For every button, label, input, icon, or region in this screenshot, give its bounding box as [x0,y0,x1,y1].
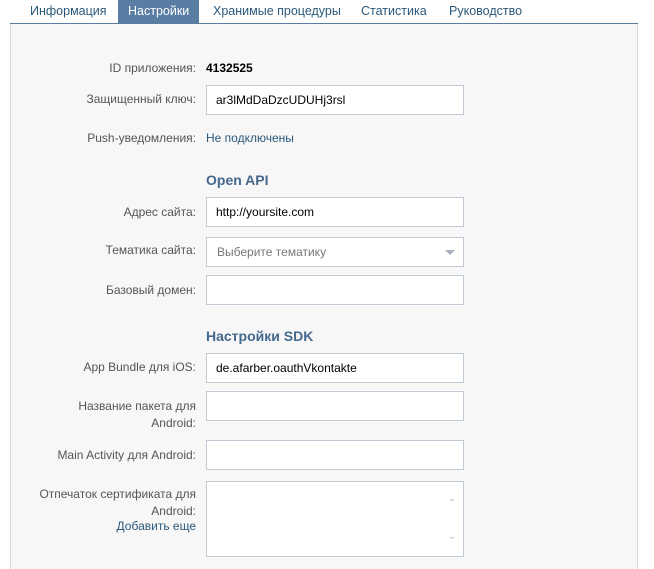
tab-information[interactable]: Информация [20,0,117,24]
sdk-section-title: Настройки SDK [206,328,314,344]
site-theme-select[interactable]: Выберите тематику [206,237,464,267]
site-address-label: Адрес сайта: [123,205,196,219]
android-package-label-line1: Название пакета для [78,399,196,413]
android-cert-label-line1: Отпечаток сертификата для [39,487,196,501]
app-id-label: ID приложения: [109,61,196,75]
push-notifications-label: Push-уведомления: [87,131,196,145]
tab-bar: Информация Настройки Хранимые процедуры … [0,0,654,24]
open-api-section-title: Open API [206,172,269,188]
site-theme-label: Тематика сайта: [105,243,196,257]
scroll-down-icon[interactable]: ⌄ [447,532,457,542]
tab-settings[interactable]: Настройки [118,0,200,24]
site-theme-placeholder: Выберите тематику [217,245,327,259]
secret-key-label: Защищенный ключ: [86,92,196,106]
android-main-activity-field[interactable] [206,440,464,470]
base-domain-label: Базовый домен: [105,283,196,297]
app-id-value: 4132525 [206,61,253,75]
android-package-field[interactable] [206,391,464,421]
push-notifications-value[interactable]: Не подключены [206,130,294,147]
chevron-down-icon [445,250,455,255]
tab-statistics[interactable]: Статистика [351,0,437,24]
android-main-activity-label: Main Activity для Android: [57,448,196,462]
secret-key-field[interactable]: ar3lMdDaDzcUDUHj3rsl [206,85,464,115]
scroll-up-icon[interactable]: ⌃ [447,499,457,509]
ios-bundle-field[interactable]: de.afarber.oauthVkontakte [206,353,464,383]
base-domain-field[interactable] [206,275,464,305]
android-package-label-line2: Android: [151,416,196,430]
site-address-field[interactable]: http://yoursite.com [206,197,464,227]
android-cert-textarea[interactable]: ⌃ ⌄ [206,481,464,557]
tab-stored-procedures[interactable]: Хранимые процедуры [203,0,351,24]
tab-guide[interactable]: Руководство [439,0,532,24]
add-more-link[interactable]: Добавить еще [117,519,196,533]
ios-bundle-label: App Bundle для iOS: [83,360,196,374]
android-cert-label-line2: Android: [151,504,196,518]
